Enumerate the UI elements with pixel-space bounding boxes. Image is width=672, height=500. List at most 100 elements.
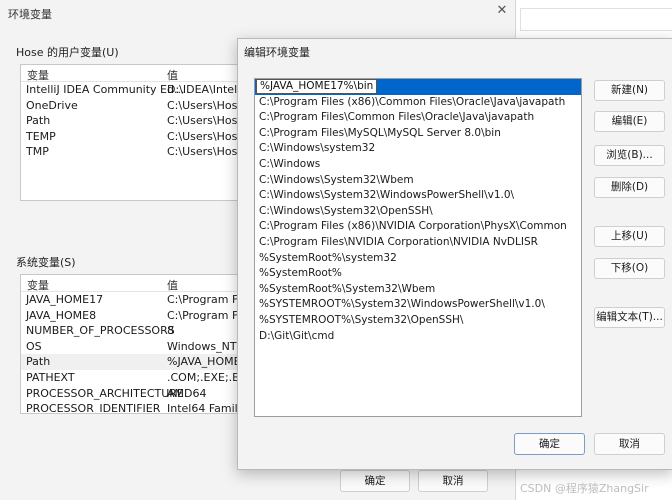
col-variable-header[interactable]: 变量 [27,277,49,293]
path-text: C:\Program Files\MySQL\MySQL Server 8.0\… [259,126,501,139]
path-entry[interactable]: %SystemRoot%\system32 [255,251,581,267]
system-variables-label: 系统变量(S) [16,256,76,269]
system-variables-list[interactable]: 变量 值 JAVA_HOME17 C:\Program File JAVA_HOME… [20,274,247,414]
path-entry[interactable]: %SYSTEMROOT%\System32\OpenSSH\ [255,313,581,329]
path-text: %SystemRoot%\System32\Wbem [259,282,436,295]
edit-text-button[interactable]: 编辑文本(T)... [594,307,665,328]
path-text: C:\Program Files (x86)\Common Files\Orac… [259,95,566,108]
variable-name: PROCESSOR_ARCHITECTURE [26,386,184,400]
path-text: C:\Program Files\Common Files\Oracle\Jav… [259,111,535,124]
path-entry[interactable]: C:\Program Files\NVIDIA Corporation\NVID… [255,235,581,251]
path-text: D:\Git\Git\cmd [259,329,335,342]
watermark-text: CSDN @程序猿ZhangSir [520,482,649,495]
path-entry[interactable]: C:\Program Files\Common Files\Oracle\Jav… [255,110,581,126]
variable-name: Path [26,114,51,128]
user-variables-label: Hose 的用户变量(U) [16,46,119,59]
variable-value: C:\Program File [167,308,247,322]
path-text: %SYSTEMROOT%\System32\WindowsPowerShell\… [259,298,545,311]
col-value-header[interactable]: 值 [167,67,178,83]
path-entry[interactable]: %SYSTEMROOT%\System32\WindowsPowerShell\… [255,297,581,313]
variable-row[interactable]: TMP C:\Users\Hose\ [21,144,246,160]
new-button[interactable]: 新建(N) [594,80,665,101]
variable-row[interactable]: PROCESSOR_ARCHITECTURE AMD64 [21,386,246,402]
bg-ok-button[interactable]: 确定 [340,470,410,492]
close-icon[interactable]: ✕ [494,3,510,19]
path-entry[interactable]: C:\Program Files (x86)\NVIDIA Corporatio… [255,219,581,235]
path-entry[interactable]: C:\Windows\System32\WindowsPowerShell\v1… [255,188,581,204]
variable-name: PROCESSOR_IDENTIFIER [26,402,161,414]
variable-name: OS [26,339,42,353]
path-entry[interactable]: C:\Program Files\MySQL\MySQL Server 8.0\… [255,126,581,142]
path-entry[interactable]: C:\Windows\System32\OpenSSH\ [255,204,581,220]
bg-cancel-button[interactable]: 取消 [418,470,488,492]
variable-value: C:\Users\Hose\ [167,98,247,112]
bg-window-titlebar [0,0,515,26]
variable-row[interactable]: Path %JAVA_HOME [21,354,246,370]
variable-name: JAVA_HOME17 [26,293,104,306]
cancel-button[interactable]: 取消 [594,433,665,455]
variable-name: PATHEXT [26,370,75,384]
variable-value: 8 [167,324,174,338]
path-entry[interactable]: C:\Windows\system32 [255,141,581,157]
variable-row[interactable]: JAVA_HOME8 C:\Program File [21,308,246,324]
move-up-button[interactable]: 上移(U) [594,226,665,247]
variable-row[interactable]: OS Windows_NT [21,339,246,355]
path-text: %SystemRoot%\system32 [259,251,397,264]
col-value-header[interactable]: 值 [167,277,178,293]
ok-button[interactable]: 确定 [514,433,585,455]
variable-value: D:\IDEA\IntelliJ [167,83,247,96]
path-text: C:\Windows\System32\OpenSSH\ [259,204,433,217]
variable-value: C:\Users\Hose\ [167,145,247,159]
variable-value: %JAVA_HOME [167,355,241,369]
path-edit-field[interactable]: %JAVA_HOME17%\bin [256,79,378,94]
user-list-header: 变量 值 [21,65,246,82]
variable-value: Intel64 Famil [167,402,238,414]
variable-value: .COM;.EXE;.BAT [167,370,247,384]
variable-value: C:\Program File [167,293,247,306]
edit-button[interactable]: 编辑(E) [594,111,665,132]
variable-name: TMP [26,145,49,159]
variable-row[interactable]: JAVA_HOME17 C:\Program File [21,292,246,308]
variable-name: IntelliJ IDEA Community Ed... [26,83,185,96]
path-text: C:\Program Files\NVIDIA Corporation\NVID… [259,235,538,248]
variable-name: JAVA_HOME8 [26,308,97,322]
variable-name: Path [26,355,51,369]
path-text: %SystemRoot% [259,267,342,280]
path-entry[interactable]: %SystemRoot%\System32\Wbem [255,282,581,298]
path-text: C:\Windows\System32\WindowsPowerShell\v1… [259,189,515,202]
variable-row[interactable]: TEMP C:\Users\Hose\ [21,129,246,145]
variable-name: TEMP [26,129,56,143]
move-down-button[interactable]: 下移(O) [594,258,665,279]
path-list[interactable]: %JAVA_HOME17%\bin C:\Program Files (x86)\… [254,78,582,417]
variable-row[interactable]: IntelliJ IDEA Community Ed... D:\IDEA\Int… [21,82,246,98]
variable-name: OneDrive [26,98,78,112]
bg-window-title: 环境变量 [8,8,52,21]
variable-row[interactable]: OneDrive C:\Users\Hose\ [21,98,246,114]
user-variables-list[interactable]: 变量 值 IntelliJ IDEA Community Ed... D:\IDE… [20,64,247,201]
variable-value: C:\Users\Hose\ [167,114,247,128]
variable-row[interactable]: PROCESSOR_IDENTIFIER Intel64 Famil [21,401,246,414]
dialog-title: 编辑环境变量 [244,46,310,59]
path-entry[interactable]: D:\Git\Git\cmd [255,329,581,345]
path-entry[interactable]: C:\Windows\System32\Wbem [255,173,581,189]
variable-value: C:\Users\Hose\ [167,129,247,143]
path-text: %SYSTEMROOT%\System32\OpenSSH\ [259,313,464,326]
col-variable-header[interactable]: 变量 [27,67,49,83]
path-entry[interactable]: %SystemRoot% [255,266,581,282]
variable-row[interactable]: Path C:\Users\Hose\ [21,113,246,129]
path-entry[interactable]: C:\Windows [255,157,581,173]
variable-row[interactable]: PATHEXT .COM;.EXE;.BAT [21,370,246,386]
variable-row[interactable]: NUMBER_OF_PROCESSORS 8 [21,323,246,339]
path-text: C:\Program Files (x86)\NVIDIA Corporatio… [259,220,567,233]
path-text: C:\Windows [259,157,321,170]
variable-name: NUMBER_OF_PROCESSORS [26,324,175,338]
path-text: C:\Windows\system32 [259,142,376,155]
delete-button[interactable]: 删除(D) [594,177,665,198]
variable-value: Windows_NT [167,339,237,353]
variable-value: AMD64 [167,386,207,400]
path-entry[interactable]: %JAVA_HOME17%\bin [255,79,581,95]
background-strip [520,8,672,31]
path-text: C:\Windows\System32\Wbem [259,173,414,186]
browse-button[interactable]: 浏览(B)... [594,145,665,166]
path-entry[interactable]: C:\Program Files (x86)\Common Files\Orac… [255,95,581,111]
